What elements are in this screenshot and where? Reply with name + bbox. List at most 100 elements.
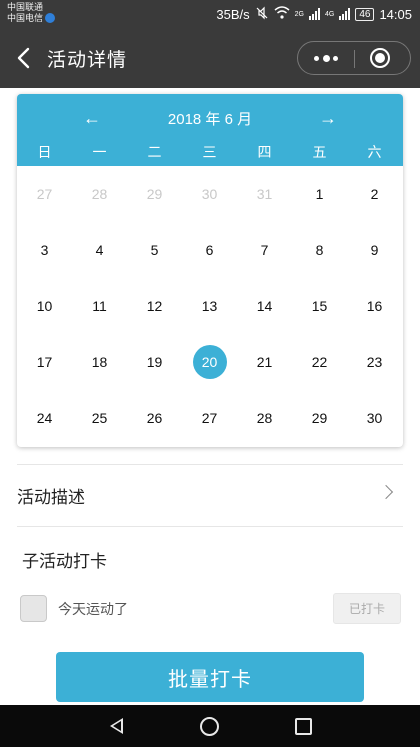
- calendar-day-number: 17: [36, 354, 53, 370]
- calendar-day-number: 30: [366, 410, 383, 426]
- calendar-day-number: 14: [256, 298, 273, 314]
- more-icon[interactable]: [314, 42, 338, 74]
- checked-in-button[interactable]: 已打卡: [333, 593, 401, 624]
- carrier-2: 中国电信: [7, 13, 44, 23]
- status-bar: 中国联通 中国电信 35B/s 2G 4G 46 14:05: [0, 0, 420, 28]
- activity-description-label: 活动描述: [17, 488, 85, 507]
- calendar-day[interactable]: 6: [182, 222, 237, 278]
- calendar-day[interactable]: 25: [72, 390, 127, 446]
- calendar-day[interactable]: 13: [182, 278, 237, 334]
- chevron-right-icon: [378, 484, 394, 500]
- weekday-label: 六: [367, 144, 382, 160]
- calendar-day[interactable]: 12: [127, 278, 182, 334]
- calendar-day-number: 28: [91, 186, 108, 202]
- calendar-day[interactable]: 11: [72, 278, 127, 334]
- calendar-day[interactable]: 23: [347, 334, 402, 390]
- calendar-day[interactable]: 29: [292, 390, 347, 446]
- calendar-day-number: 21: [256, 354, 273, 370]
- weekday-label: 三: [202, 144, 217, 160]
- calendar: ← 2018 年 6 月 → 日一二三四五六 27 28 29 30 31 1 2 3 4 5 6 7…: [17, 94, 403, 447]
- calendar-week-row: 27 28 29 30 31 1 2: [17, 166, 403, 222]
- status-icons: 35B/s 2G 4G 46 14:05: [216, 5, 412, 23]
- next-month-button[interactable]: →: [319, 106, 337, 130]
- hd-call-icon: [45, 13, 56, 23]
- calendar-day[interactable]: 26: [127, 390, 182, 446]
- carrier-info: 中国联通 中国电信: [7, 2, 56, 24]
- signal-label-2: 4G: [324, 10, 335, 18]
- weekday-label: 五: [312, 144, 327, 160]
- carrier-1: 中国联通: [7, 2, 44, 12]
- home-circle-icon[interactable]: [200, 717, 219, 736]
- calendar-day[interactable]: 10: [17, 278, 72, 334]
- calendar-day-number: 20: [192, 345, 227, 379]
- calendar-day-number: 5: [150, 242, 159, 258]
- calendar-day[interactable]: 17: [17, 334, 72, 390]
- recents-square-icon[interactable]: [295, 718, 312, 735]
- signal-icon: [339, 8, 351, 20]
- calendar-day-selected[interactable]: 20: [182, 334, 237, 390]
- calendar-day[interactable]: 1: [292, 166, 347, 222]
- section-divider: [17, 464, 403, 465]
- calendar-day-number: 16: [366, 298, 383, 314]
- calendar-day-number: 22: [311, 354, 328, 370]
- calendar-header: ← 2018 年 6 月 → 日一二三四五六: [17, 94, 403, 166]
- calendar-day[interactable]: 30: [347, 390, 402, 446]
- calendar-day-number: 29: [146, 186, 163, 202]
- calendar-day[interactable]: 8: [292, 222, 347, 278]
- calendar-day[interactable]: 15: [292, 278, 347, 334]
- calendar-week-row: 24 25 26 27 28 29 30: [17, 390, 403, 446]
- calendar-day[interactable]: 28: [237, 390, 292, 446]
- calendar-day[interactable]: 30: [182, 166, 237, 222]
- calendar-day[interactable]: 7: [237, 222, 292, 278]
- weekday-row: 日一二三四五六: [17, 142, 403, 162]
- calendar-day[interactable]: 21: [237, 334, 292, 390]
- weekday-label: 四: [257, 144, 272, 160]
- calendar-day-number: 27: [201, 410, 218, 426]
- calendar-day[interactable]: 24: [17, 390, 72, 446]
- calendar-day[interactable]: 4: [72, 222, 127, 278]
- calendar-day-number: 1: [315, 186, 324, 202]
- exercise-checkbox[interactable]: [20, 595, 47, 622]
- calendar-day-number: 15: [311, 298, 328, 314]
- back-triangle-icon[interactable]: [110, 718, 123, 734]
- calendar-day-number: 8: [315, 242, 324, 258]
- network-speed: 35B/s: [216, 6, 250, 22]
- calendar-day[interactable]: 3: [17, 222, 72, 278]
- calendar-day[interactable]: 2: [347, 166, 402, 222]
- calendar-day-number: 31: [256, 186, 273, 202]
- weekday-label: 日: [37, 144, 52, 160]
- calendar-day-number: 27: [36, 186, 53, 202]
- exercise-label: 今天运动了: [58, 601, 128, 617]
- battery-icon: 46: [355, 7, 375, 21]
- activity-description-row[interactable]: 活动描述: [17, 483, 403, 507]
- calendar-day[interactable]: 27: [182, 390, 237, 446]
- calendar-day-number: 13: [201, 298, 218, 314]
- calendar-day[interactable]: 29: [127, 166, 182, 222]
- back-button[interactable]: [12, 44, 36, 72]
- month-title: 2018 年 6 月: [167, 111, 253, 128]
- calendar-day[interactable]: 18: [72, 334, 127, 390]
- page-title: 活动详情: [47, 50, 128, 71]
- calendar-day-number: 12: [146, 298, 163, 314]
- calendar-day-number: 7: [260, 242, 269, 258]
- batch-checkin-button[interactable]: 批量打卡: [56, 652, 364, 702]
- calendar-day[interactable]: 16: [347, 278, 402, 334]
- calendar-day[interactable]: 14: [237, 278, 292, 334]
- calendar-day[interactable]: 19: [127, 334, 182, 390]
- signal-label-1: 2G: [294, 10, 304, 18]
- close-mini-program-icon[interactable]: [370, 48, 390, 68]
- weekday-label: 二: [147, 144, 162, 160]
- calendar-day[interactable]: 28: [72, 166, 127, 222]
- calendar-grid: 27 28 29 30 31 1 2 3 4 5 6 7 8 9 10 11 12 13 14 15 16 17 18 19 2…: [17, 166, 403, 446]
- calendar-day-number: 10: [36, 298, 53, 314]
- calendar-day[interactable]: 5: [127, 222, 182, 278]
- clock: 14:05: [379, 6, 412, 22]
- calendar-day[interactable]: 27: [17, 166, 72, 222]
- calendar-day-number: 18: [91, 354, 108, 370]
- calendar-day[interactable]: 22: [292, 334, 347, 390]
- calendar-day-number: 29: [311, 410, 328, 426]
- calendar-day[interactable]: 31: [237, 166, 292, 222]
- calendar-day-number: 3: [40, 242, 49, 258]
- capsule-divider: [354, 50, 355, 68]
- calendar-day[interactable]: 9: [347, 222, 402, 278]
